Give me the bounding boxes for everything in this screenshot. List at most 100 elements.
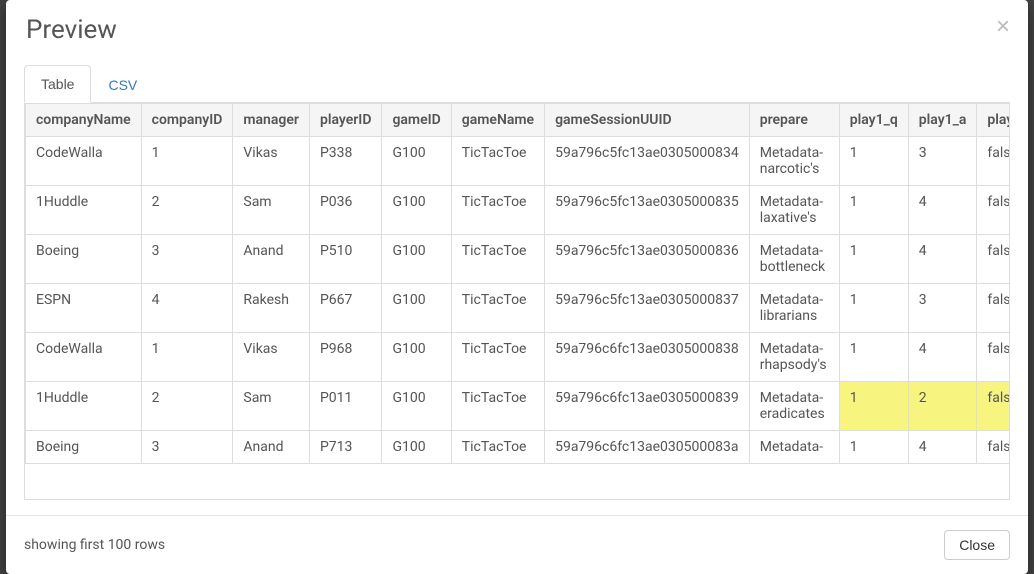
cell-playerID: P968 xyxy=(309,333,382,382)
column-header-gameName: gameName xyxy=(451,104,544,137)
table-row: ESPN4RakeshP667G100TicTacToe59a796c5fc13… xyxy=(26,284,1011,333)
cell-prepare: Metadata-narcotic's xyxy=(749,137,839,186)
cell-gameID: G100 xyxy=(382,284,451,333)
cell-play1_a: 4 xyxy=(908,235,977,284)
cell-manager: Sam xyxy=(233,382,310,431)
cell-prepare: Metadata- xyxy=(749,431,839,464)
modal-header: Preview × xyxy=(6,0,1028,55)
cell-play1_is: false xyxy=(977,235,1010,284)
column-header-companyID: companyID xyxy=(141,104,233,137)
cell-companyID: 3 xyxy=(141,235,233,284)
cell-companyID: 3 xyxy=(141,431,233,464)
modal-title: Preview xyxy=(26,15,1008,45)
cell-gameName: TicTacToe xyxy=(451,382,544,431)
cell-play1_q: 1 xyxy=(839,431,908,464)
table-scroll-container[interactable]: companyNamecompanyIDmanagerplayerIDgameI… xyxy=(24,103,1010,500)
cell-gameSessionUUID: 59a796c5fc13ae0305000837 xyxy=(545,284,750,333)
cell-play1_a: 4 xyxy=(908,333,977,382)
cell-play1_a: 4 xyxy=(908,431,977,464)
cell-play1_q: 1 xyxy=(839,235,908,284)
cell-play1_is: false xyxy=(977,333,1010,382)
table-row: Boeing3AnandP713G100TicTacToe59a796c6fc1… xyxy=(26,431,1011,464)
cell-companyName: Boeing xyxy=(26,431,142,464)
cell-manager: Sam xyxy=(233,186,310,235)
table-row: CodeWalla1VikasP968G100TicTacToe59a796c6… xyxy=(26,333,1011,382)
cell-gameSessionUUID: 59a796c5fc13ae0305000834 xyxy=(545,137,750,186)
cell-companyID: 4 xyxy=(141,284,233,333)
cell-gameName: TicTacToe xyxy=(451,284,544,333)
column-header-playerID: playerID xyxy=(309,104,382,137)
cell-companyName: ESPN xyxy=(26,284,142,333)
column-header-gameID: gameID xyxy=(382,104,451,137)
cell-play1_a: 3 xyxy=(908,137,977,186)
cell-playerID: P667 xyxy=(309,284,382,333)
table-row: CodeWalla1VikasP338G100TicTacToe59a796c5… xyxy=(26,137,1011,186)
cell-playerID: P011 xyxy=(309,382,382,431)
tab-bar: Table CSV xyxy=(24,65,1010,103)
close-icon[interactable]: × xyxy=(996,15,1010,39)
cell-play1_a: 2 xyxy=(908,382,977,431)
cell-companyID: 1 xyxy=(141,137,233,186)
cell-manager: Anand xyxy=(233,431,310,464)
cell-companyName: CodeWalla xyxy=(26,137,142,186)
tab-csv[interactable]: CSV xyxy=(91,65,154,103)
cell-prepare: Metadata-eradicates xyxy=(749,382,839,431)
modal-body: Table CSV companyNamecompanyIDmanagerpla… xyxy=(6,55,1028,515)
cell-gameSessionUUID: 59a796c6fc13ae030500083a xyxy=(545,431,750,464)
table-header: companyNamecompanyIDmanagerplayerIDgameI… xyxy=(26,104,1011,137)
cell-play1_is: false xyxy=(977,284,1010,333)
cell-prepare: Metadata-bottleneck xyxy=(749,235,839,284)
modal-footer: showing first 100 rows Close xyxy=(6,515,1028,574)
table-body: CodeWalla1VikasP338G100TicTacToe59a796c5… xyxy=(26,137,1011,464)
column-header-play1_q: play1_q xyxy=(839,104,908,137)
table-row: 1Huddle2SamP011G100TicTacToe59a796c6fc13… xyxy=(26,382,1011,431)
cell-play1_q: 1 xyxy=(839,284,908,333)
cell-gameName: TicTacToe xyxy=(451,137,544,186)
cell-companyName: CodeWalla xyxy=(26,333,142,382)
close-button[interactable]: Close xyxy=(944,530,1010,560)
cell-play1_q: 1 xyxy=(839,137,908,186)
cell-prepare: Metadata-laxative's xyxy=(749,186,839,235)
row-count-text: showing first 100 rows xyxy=(24,537,165,553)
column-header-prepare: prepare xyxy=(749,104,839,137)
cell-play1_is: false xyxy=(977,431,1010,464)
preview-modal: Preview × Table CSV companyNamecompanyID… xyxy=(6,0,1028,574)
data-table: companyNamecompanyIDmanagerplayerIDgameI… xyxy=(25,103,1010,464)
cell-companyID: 2 xyxy=(141,382,233,431)
cell-playerID: P713 xyxy=(309,431,382,464)
cell-gameSessionUUID: 59a796c5fc13ae0305000836 xyxy=(545,235,750,284)
cell-play1_q: 1 xyxy=(839,333,908,382)
cell-prepare: Metadata-librarians xyxy=(749,284,839,333)
table-header-row: companyNamecompanyIDmanagerplayerIDgameI… xyxy=(26,104,1011,137)
cell-manager: Vikas xyxy=(233,333,310,382)
cell-companyName: 1Huddle xyxy=(26,186,142,235)
cell-playerID: P510 xyxy=(309,235,382,284)
cell-manager: Vikas xyxy=(233,137,310,186)
table-row: Boeing3AnandP510G100TicTacToe59a796c5fc1… xyxy=(26,235,1011,284)
column-header-companyName: companyName xyxy=(26,104,142,137)
cell-companyName: Boeing xyxy=(26,235,142,284)
cell-gameSessionUUID: 59a796c5fc13ae0305000835 xyxy=(545,186,750,235)
cell-gameName: TicTacToe xyxy=(451,235,544,284)
cell-manager: Rakesh xyxy=(233,284,310,333)
cell-play1_is: false xyxy=(977,186,1010,235)
cell-companyName: 1Huddle xyxy=(26,382,142,431)
cell-play1_q: 1 xyxy=(839,186,908,235)
cell-gameID: G100 xyxy=(382,186,451,235)
cell-gameName: TicTacToe xyxy=(451,186,544,235)
tab-table[interactable]: Table xyxy=(24,65,91,103)
cell-gameSessionUUID: 59a796c6fc13ae0305000839 xyxy=(545,382,750,431)
cell-gameID: G100 xyxy=(382,333,451,382)
cell-gameID: G100 xyxy=(382,431,451,464)
cell-companyID: 1 xyxy=(141,333,233,382)
cell-play1_is: false xyxy=(977,382,1010,431)
column-header-play1_is: play1_is xyxy=(977,104,1010,137)
cell-gameSessionUUID: 59a796c6fc13ae0305000838 xyxy=(545,333,750,382)
column-header-gameSessionUUID: gameSessionUUID xyxy=(545,104,750,137)
cell-play1_a: 4 xyxy=(908,186,977,235)
cell-gameName: TicTacToe xyxy=(451,431,544,464)
cell-gameID: G100 xyxy=(382,137,451,186)
cell-playerID: P338 xyxy=(309,137,382,186)
cell-prepare: Metadata-rhapsody's xyxy=(749,333,839,382)
cell-play1_is: false xyxy=(977,137,1010,186)
